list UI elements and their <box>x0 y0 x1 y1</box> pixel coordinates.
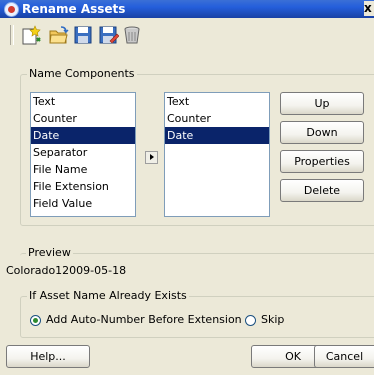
toolbar <box>0 20 374 48</box>
up-button[interactable]: Up <box>280 92 364 115</box>
list-item[interactable]: Date <box>165 127 269 144</box>
list-item[interactable]: File Name <box>31 161 135 178</box>
list-item[interactable]: Date <box>31 127 135 144</box>
auto-number-radio[interactable] <box>30 315 41 326</box>
skip-label[interactable]: Skip <box>261 313 284 326</box>
skip-radio[interactable] <box>245 315 256 326</box>
save-icon[interactable] <box>72 24 94 46</box>
list-item[interactable]: Counter <box>165 110 269 127</box>
list-item[interactable]: Counter <box>31 110 135 127</box>
down-button[interactable]: Down <box>280 121 364 144</box>
title-bar: Rename Assets x <box>0 0 374 18</box>
list-item[interactable]: Separator <box>31 144 135 161</box>
list-item[interactable]: Text <box>31 93 135 110</box>
window-title: Rename Assets <box>22 2 126 16</box>
close-button[interactable]: x <box>364 1 374 16</box>
help-button[interactable]: Help... <box>6 345 90 368</box>
selected-components-list[interactable]: Text Counter Date <box>164 92 270 217</box>
new-icon[interactable] <box>20 24 42 46</box>
app-icon <box>4 2 19 17</box>
delete-icon[interactable] <box>121 24 143 46</box>
add-component-button[interactable] <box>145 151 158 164</box>
delete-button[interactable]: Delete <box>280 179 364 202</box>
properties-button[interactable]: Properties <box>280 150 364 173</box>
name-components-label: Name Components <box>27 67 137 80</box>
auto-number-label[interactable]: Add Auto-Number Before Extension <box>46 313 242 326</box>
available-components-list[interactable]: Text Counter Date Separator File Name File Ex… <box>30 92 136 217</box>
list-item[interactable]: File Extension <box>31 178 135 195</box>
list-item[interactable]: Field Value <box>31 195 135 212</box>
toolbar-grip <box>10 25 14 45</box>
name-exists-label: If Asset Name Already Exists <box>27 289 189 302</box>
save-as-icon[interactable] <box>97 24 119 46</box>
open-icon[interactable] <box>47 24 69 46</box>
preview-label: Preview <box>26 246 73 259</box>
preview-value: Colorado12009-05-18 <box>6 264 127 277</box>
list-item[interactable]: Text <box>165 93 269 110</box>
cancel-button[interactable]: Cancel <box>314 345 374 368</box>
